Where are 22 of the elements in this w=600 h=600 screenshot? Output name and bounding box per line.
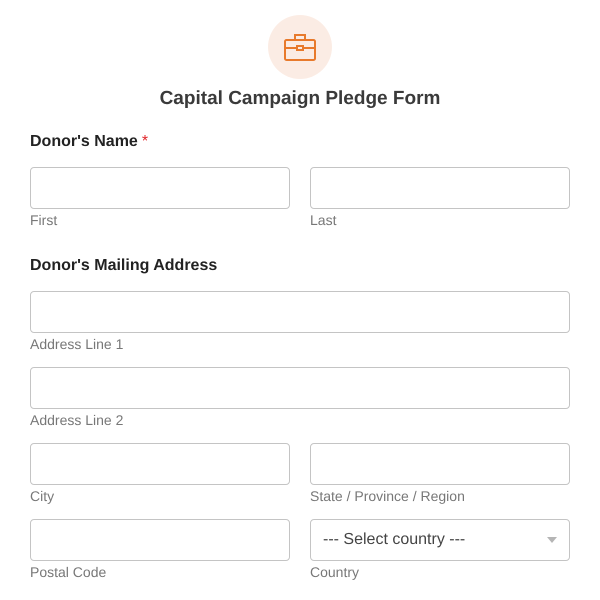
section-label: Donor's Name [30, 132, 138, 152]
text-field[interactable] [30, 367, 570, 409]
text-field[interactable] [30, 519, 290, 561]
required-mark: * [142, 132, 148, 152]
text-field[interactable] [310, 167, 570, 209]
text-field[interactable] [30, 291, 570, 333]
text-field[interactable] [310, 443, 570, 485]
section-label: Donor's Mailing Address [30, 256, 218, 276]
field-sublabel: Last [310, 212, 338, 229]
field-sublabel: Address Line 2 [30, 412, 124, 429]
briefcase-icon [284, 33, 316, 61]
caret-icon [547, 537, 557, 543]
field-sublabel: State / Province / Region [310, 488, 466, 505]
country-select[interactable]: --- Select country --- [310, 519, 570, 561]
form-title: Capital Campaign Pledge Form [160, 87, 440, 111]
field-sublabel: Address Line 1 [30, 336, 124, 353]
field-sublabel: City [30, 488, 56, 505]
field-sublabel: Postal Code [30, 564, 108, 581]
field-sublabel: Country [310, 564, 360, 581]
field-sublabel: First [30, 212, 58, 229]
text-field[interactable] [30, 167, 290, 209]
text-field[interactable] [30, 443, 290, 485]
